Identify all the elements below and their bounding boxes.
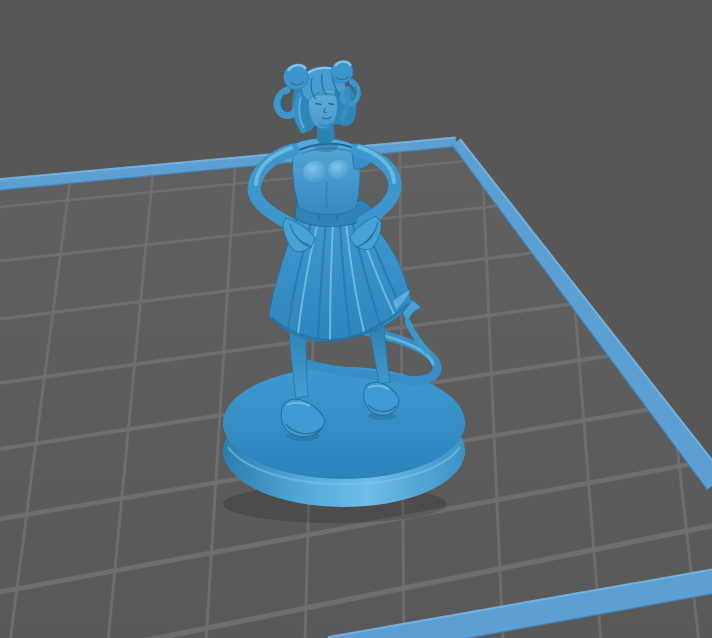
left-eye [316, 104, 322, 105]
right-eye [329, 104, 335, 105]
viewport-3d[interactable] [0, 0, 712, 638]
figure-round-base [223, 367, 465, 507]
